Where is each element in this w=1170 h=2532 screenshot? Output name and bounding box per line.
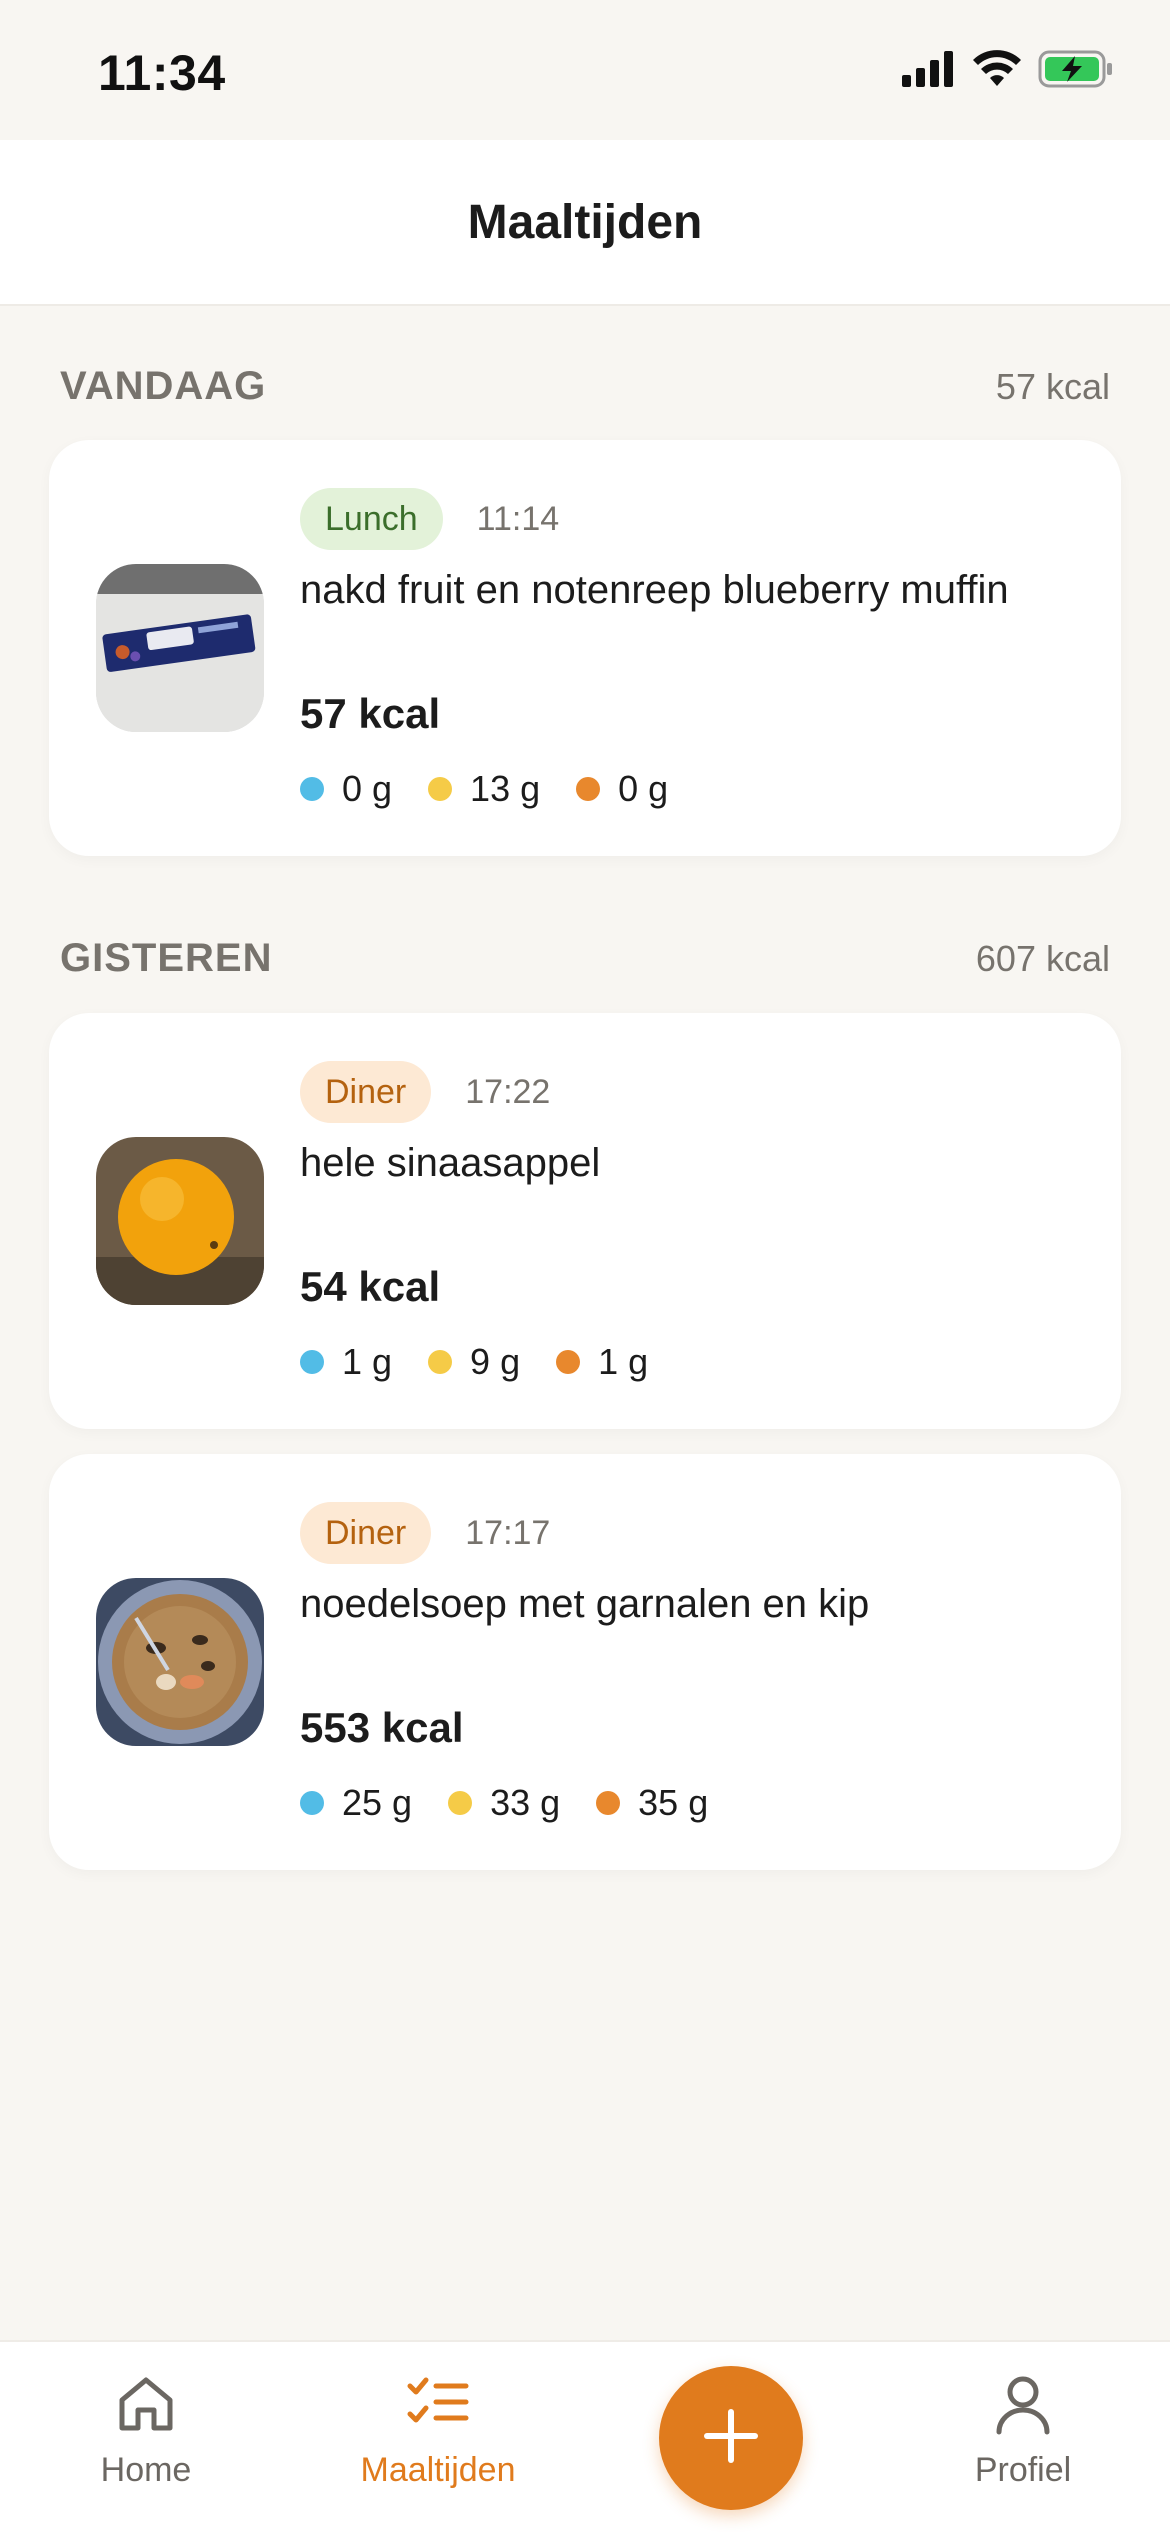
nav-item-home[interactable]: Home: [36, 2372, 256, 2490]
macro-protein: 25 g: [300, 1782, 412, 1824]
status-icons: [902, 50, 1114, 93]
macro-fat-value: 1 g: [598, 1341, 649, 1382]
meal-photo: [96, 1137, 264, 1305]
meal-card[interactable]: Lunch 11:14 nakd fruit en notenreep blue…: [49, 440, 1121, 856]
meal-photo: [96, 1578, 264, 1746]
section-header-yesterday: GISTEREN 607 kcal: [60, 936, 1110, 981]
meal-meta: Diner 17:22: [300, 1061, 550, 1123]
status-time: 11:34: [98, 45, 226, 101]
meal-name: noedelsoep met garnalen en kip: [300, 1582, 870, 1626]
macro-fat: 35 g: [596, 1782, 708, 1824]
macro-protein: 0 g: [300, 768, 392, 810]
meal-kcal: 57 kcal: [300, 690, 441, 737]
nakd-bar-photo: [96, 564, 264, 732]
section-title: GISTEREN: [60, 936, 273, 980]
user-icon: [991, 2372, 1055, 2441]
bottom-nav: Home Maaltijden Profiel: [0, 2340, 1170, 2532]
nav-label-home: Home: [100, 2451, 192, 2489]
orange-photo: [96, 1137, 264, 1305]
macro-carbs: 9 g: [428, 1341, 520, 1383]
macro-carbs: 33 g: [448, 1782, 560, 1824]
fat-dot-icon: [576, 777, 601, 801]
macro-carbs: 13 g: [428, 768, 540, 810]
protein-dot-icon: [300, 1350, 324, 1374]
macro-list: 0 g 13 g 0 g: [300, 768, 668, 810]
macro-protein-value: 25 g: [342, 1782, 413, 1823]
meal-name: nakd fruit en notenreep blueberry muffin: [300, 568, 1009, 612]
macro-list: 25 g 33 g 35 g: [300, 1782, 708, 1824]
meal-meta: Diner 17:17: [300, 1502, 550, 1564]
cellular-signal-icon: [902, 51, 956, 92]
section-title: VANDAAG: [60, 364, 267, 408]
meal-card[interactable]: Diner 17:17 noedelsoep met garnalen en k…: [49, 1454, 1121, 1870]
home-icon: [114, 2372, 178, 2441]
add-meal-button[interactable]: [659, 2366, 803, 2510]
macro-carbs-value: 9 g: [470, 1341, 521, 1382]
meal-meta: Lunch 11:14: [300, 488, 559, 550]
macro-protein: 1 g: [300, 1341, 392, 1383]
meal-photo: [96, 564, 264, 732]
status-bar: 11:34: [0, 0, 1170, 140]
meal-time: 17:17: [465, 1513, 551, 1552]
page-title: Maaltijden: [467, 195, 703, 249]
macro-fat-value: 35 g: [638, 1782, 709, 1823]
meal-type-badge: Diner: [300, 1061, 432, 1123]
section-total-kcal: 607 kcal: [975, 938, 1110, 979]
battery-charging-icon: [1038, 50, 1114, 93]
protein-dot-icon: [300, 1791, 324, 1815]
macro-carbs-value: 33 g: [490, 1782, 561, 1823]
meal-kcal: 553 kcal: [300, 1704, 464, 1751]
meal-type-badge: Diner: [300, 1502, 432, 1564]
nav-item-meals[interactable]: Maaltijden: [328, 2372, 548, 2490]
macro-fat: 0 g: [576, 768, 668, 810]
meal-name: hele sinaasappel: [300, 1141, 601, 1185]
app-header: Maaltijden: [0, 140, 1170, 306]
carbs-dot-icon: [428, 1350, 453, 1374]
nav-label-profile: Profiel: [974, 2451, 1072, 2489]
carbs-dot-icon: [448, 1791, 473, 1815]
nav-item-profile[interactable]: Profiel: [913, 2372, 1133, 2490]
macro-list: 1 g 9 g 1 g: [300, 1341, 648, 1383]
fat-dot-icon: [596, 1791, 621, 1815]
macro-protein-value: 1 g: [342, 1341, 393, 1382]
carbs-dot-icon: [428, 777, 453, 801]
meal-type-badge: Lunch: [300, 488, 443, 550]
checklist-icon: [406, 2372, 470, 2441]
nav-label-meals: Maaltijden: [360, 2451, 516, 2489]
wifi-icon: [972, 50, 1022, 93]
noodle-soup-photo: [96, 1578, 264, 1746]
protein-dot-icon: [300, 777, 324, 801]
meal-time: 11:14: [476, 499, 560, 538]
macro-carbs-value: 13 g: [470, 768, 541, 809]
fat-dot-icon: [556, 1350, 581, 1374]
meal-card[interactable]: Diner 17:22 hele sinaasappel 54 kcal 1 g…: [49, 1013, 1121, 1429]
meal-time: 17:22: [465, 1072, 551, 1111]
meal-kcal: 54 kcal: [300, 1263, 441, 1310]
plus-icon: [701, 2406, 761, 2471]
macro-fat: 1 g: [556, 1341, 648, 1383]
section-total-kcal: 57 kcal: [995, 366, 1110, 407]
macro-fat-value: 0 g: [618, 768, 669, 809]
section-header-today: VANDAAG 57 kcal: [60, 364, 1110, 409]
macro-protein-value: 0 g: [342, 768, 393, 809]
